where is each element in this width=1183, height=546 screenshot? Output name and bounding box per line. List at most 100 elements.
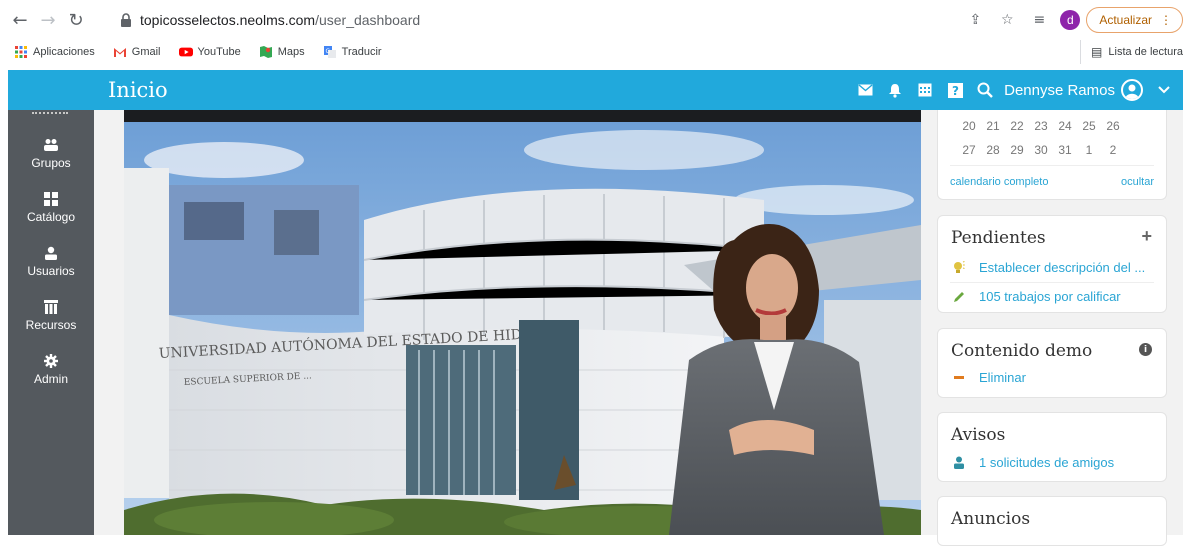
calendar-day[interactable]: 20	[958, 119, 980, 133]
search-icon[interactable]	[976, 81, 994, 99]
calendar-widget: 20 21 22 23 24 25 26 27 28 29 30 31 1 2 …	[937, 110, 1167, 200]
menu-dots-icon: ⋮	[1160, 13, 1172, 27]
user-icon	[8, 244, 94, 262]
bookmark-label: Aplicaciones	[33, 46, 95, 58]
mail-icon[interactable]	[856, 81, 874, 99]
user-icon	[952, 455, 966, 469]
update-label: Actualizar	[1099, 13, 1152, 27]
browser-toolbar: ← → ↻ topicosselectos.neolms.com/user_da…	[0, 0, 1183, 40]
hide-calendar-link[interactable]: ocultar	[1121, 176, 1154, 188]
divider	[950, 282, 1154, 283]
calendar-day[interactable]: 28	[982, 143, 1004, 157]
translate-icon: G	[323, 46, 336, 58]
page-title: Inicio	[108, 78, 168, 102]
sidebar-item-usuarios[interactable]: Usuarios	[8, 244, 94, 278]
resources-icon	[8, 298, 94, 316]
url-text: topicosselectos.neolms.com/user_dashboar…	[140, 12, 420, 28]
svg-text:?: ?	[952, 84, 959, 98]
bookmark-apps[interactable]: Aplicaciones	[14, 45, 95, 59]
full-calendar-link[interactable]: calendario completo	[950, 176, 1048, 188]
lock-icon	[121, 13, 131, 27]
apps-grid-icon	[15, 46, 27, 58]
bookmark-label: Gmail	[131, 46, 161, 58]
bookmark-label: Traducir	[341, 46, 382, 58]
calendar-day[interactable]: 22	[1006, 119, 1028, 133]
share-icon[interactable]: ⇪	[964, 9, 986, 31]
announcements-title: Anuncios	[951, 509, 1031, 529]
gmail-icon	[113, 48, 126, 57]
pendientes-title: Pendientes	[951, 228, 1046, 248]
video-frame: UNIVERSIDAD AUTÓNOMA DEL ESTADO DE HIDAL…	[124, 110, 921, 535]
reading-mode-icon[interactable]: ≡	[1028, 9, 1050, 31]
calendar-week-row: 27 28 29 30 31 1 2	[958, 143, 1126, 157]
calendar-day[interactable]: 26	[1102, 119, 1124, 133]
intro-video[interactable]: UNIVERSIDAD AUTÓNOMA DEL ESTADO DE HIDAL…	[124, 110, 921, 535]
bookmarks-bar: Aplicaciones Gmail YouTube Maps G Traduc…	[0, 40, 1183, 64]
calendar-day[interactable]: 21	[982, 119, 1004, 133]
calendar-icon[interactable]	[916, 81, 934, 99]
calendar-day[interactable]: 23	[1030, 119, 1052, 133]
reading-list-button[interactable]: ▤ Lista de lectura	[1080, 40, 1183, 64]
bookmark-gmail[interactable]: Gmail	[113, 45, 161, 59]
calendar-day[interactable]: 29	[1006, 143, 1028, 157]
bulb-icon	[952, 261, 966, 275]
notices-title: Avisos	[951, 425, 1006, 445]
add-pending-button[interactable]: +	[1141, 226, 1152, 247]
demo-content-widget: Contenido demo i Eliminar	[937, 328, 1167, 398]
calendar-day[interactable]: 24	[1054, 119, 1076, 133]
notices-widget: Avisos 1 solicitudes de amigos	[937, 412, 1167, 482]
profile-avatar[interactable]: d	[1060, 10, 1081, 30]
announcements-widget: Anuncios	[937, 496, 1167, 546]
remove-demo-link[interactable]: Eliminar	[979, 370, 1026, 385]
sidebar-item-admin[interactable]: Admin	[8, 352, 94, 386]
friend-requests-link[interactable]: 1 solicitudes de amigos	[979, 455, 1114, 470]
catalog-icon	[8, 190, 94, 208]
reading-list-icon: ▤	[1091, 45, 1103, 59]
pending-item-description[interactable]: Establecer descripción del ...	[979, 260, 1145, 275]
profile-initial: d	[1066, 13, 1074, 27]
address-bar[interactable]: topicosselectos.neolms.com/user_dashboar…	[100, 6, 1100, 34]
sidebar-item-catalogo[interactable]: Catálogo	[8, 190, 94, 224]
pending-item-grading[interactable]: 105 trabajos por calificar	[979, 289, 1121, 304]
calendar-day[interactable]: 31	[1054, 143, 1076, 157]
calendar-day[interactable]: 27	[958, 143, 980, 157]
info-icon[interactable]: i	[1139, 343, 1152, 356]
sidebar-item-recursos[interactable]: Recursos	[8, 298, 94, 332]
maps-icon	[259, 46, 272, 58]
calendar-day[interactable]: 25	[1078, 119, 1100, 133]
sidebar-item-grupos[interactable]: Grupos	[8, 136, 94, 170]
app-header: Inicio ? Dennyse Ramos	[8, 70, 1183, 110]
svg-text:G: G	[325, 48, 330, 55]
sidebar-item-label: Recursos	[25, 318, 77, 332]
sidebar-item-label: Admin	[33, 372, 68, 386]
chevron-down-icon[interactable]	[1155, 81, 1173, 99]
forward-arrow-icon[interactable]: →	[36, 8, 60, 32]
calendar-day[interactable]: 1	[1078, 143, 1100, 157]
reload-icon[interactable]: ↻	[64, 8, 88, 32]
user-name[interactable]: Dennyse Ramos	[1004, 82, 1115, 99]
scroll-remnant	[32, 112, 68, 115]
url-path: /user_dashboard	[315, 12, 421, 28]
calendar-day[interactable]: 30	[1030, 143, 1052, 157]
bookmark-youtube[interactable]: YouTube	[178, 45, 241, 59]
sidebar-item-label: Catálogo	[26, 210, 76, 224]
help-icon[interactable]: ?	[946, 81, 964, 99]
bell-icon[interactable]	[886, 81, 904, 99]
update-button[interactable]: Actualizar ⋮	[1086, 7, 1183, 33]
user-avatar-icon[interactable]	[1121, 79, 1143, 101]
sidebar-item-label: Usuarios	[27, 264, 75, 278]
minus-icon	[952, 371, 966, 385]
bookmark-label: Maps	[277, 46, 305, 58]
star-icon[interactable]: ☆	[996, 9, 1018, 31]
reading-list-label: Lista de lectura	[1108, 46, 1183, 58]
calendar-day[interactable]: 2	[1102, 143, 1124, 157]
youtube-icon	[178, 47, 193, 57]
pendientes-widget: Pendientes + Establecer descripción del …	[937, 215, 1167, 313]
sidebar: Grupos Catálogo Usuarios Recursos Admin	[8, 110, 94, 535]
bookmark-translate[interactable]: G Traducir	[323, 45, 382, 59]
bookmark-label: YouTube	[197, 46, 241, 58]
sidebar-item-label: Grupos	[31, 156, 71, 170]
back-arrow-icon[interactable]: ←	[8, 8, 32, 32]
bookmark-maps[interactable]: Maps	[259, 45, 305, 59]
groups-icon	[8, 136, 94, 154]
